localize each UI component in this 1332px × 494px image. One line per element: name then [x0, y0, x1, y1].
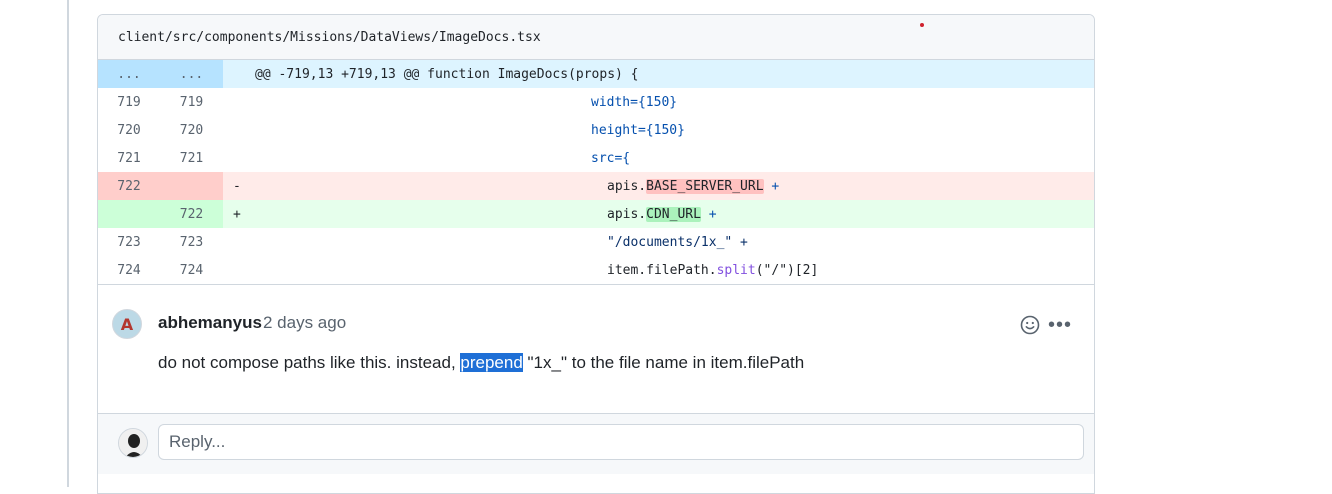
kebab-horizontal-icon: •••	[1047, 313, 1072, 336]
avatar[interactable]: A	[112, 309, 142, 339]
new-line-number[interactable]: 724	[160, 256, 223, 284]
diff-line-added: 722 + apis.CDN_URL +	[98, 200, 1094, 228]
new-line-number[interactable]: 720	[160, 116, 223, 144]
old-line-number[interactable]: 722	[98, 172, 160, 200]
smiley-icon	[1020, 315, 1040, 335]
diff-line: 721 721 src={	[98, 144, 1094, 172]
deletion-sign: -	[223, 172, 255, 200]
old-line-number[interactable]: 723	[98, 228, 160, 256]
code-line: "/documents/1x_" +	[607, 234, 748, 250]
new-line-number[interactable]: 719	[160, 88, 223, 116]
hunk-header: @@ -719,13 +719,13 @@ function ImageDocs…	[255, 60, 1094, 88]
new-line-number[interactable]: 721	[160, 144, 223, 172]
add-reaction-button[interactable]	[1018, 313, 1042, 337]
current-user-avatar	[118, 428, 148, 458]
reply-input[interactable]	[158, 424, 1084, 460]
new-line-number[interactable]: 723	[160, 228, 223, 256]
diff-line: 724 724 item.filePath.split("/")[2]	[98, 256, 1094, 284]
hunk-expand-old[interactable]: ...	[98, 60, 160, 88]
code-line: src={	[591, 150, 631, 166]
diff-line: 720 720 height={150}	[98, 116, 1094, 144]
review-comment: A abhemanyus 2 days ago ••• do not compo…	[98, 284, 1094, 407]
indicator-dot	[920, 23, 924, 27]
diff-line-deleted: 722 - apis.BASE_SERVER_URL +	[98, 172, 1094, 200]
diff-table: ... ... @@ -719,13 +719,13 @@ function I…	[98, 60, 1094, 284]
code-line: width={150}	[591, 94, 678, 110]
more-options-button[interactable]: •••	[1046, 313, 1074, 337]
new-line-number[interactable]: 722	[160, 200, 223, 228]
old-line-number[interactable]: 720	[98, 116, 160, 144]
comment-author[interactable]: abhemanyus	[158, 313, 262, 333]
added-token: CDN_URL	[646, 206, 701, 222]
comment-body: do not compose paths like this. instead,…	[158, 353, 805, 372]
removed-token: BASE_SERVER_URL	[646, 178, 764, 194]
timeline-line	[67, 0, 69, 487]
code-line: item.filePath.split("/")[2]	[607, 262, 819, 278]
selected-text: prepend	[460, 353, 523, 372]
code-line: apis.BASE_SERVER_URL +	[255, 172, 1094, 200]
code-line: height={150}	[591, 122, 685, 138]
old-line-number[interactable]: 719	[98, 88, 160, 116]
hunk-header-row: ... ... @@ -719,13 +719,13 @@ function I…	[98, 60, 1094, 88]
file-path[interactable]: client/src/components/Missions/DataViews…	[118, 30, 541, 45]
old-line-number[interactable]: 724	[98, 256, 160, 284]
user-silhouette-icon	[119, 429, 147, 457]
code-line: apis.CDN_URL +	[255, 200, 1094, 228]
addition-sign: +	[223, 200, 255, 228]
comment-timestamp[interactable]: 2 days ago	[263, 313, 346, 333]
old-line-number[interactable]: 721	[98, 144, 160, 172]
diff-line: 723 723 "/documents/1x_" +	[98, 228, 1094, 256]
diff-line: 719 719 width={150}	[98, 88, 1094, 116]
new-line-number[interactable]	[160, 172, 223, 200]
old-line-number[interactable]	[98, 200, 160, 228]
reply-bar	[98, 413, 1094, 474]
review-thread: client/src/components/Missions/DataViews…	[97, 14, 1095, 494]
file-header: client/src/components/Missions/DataViews…	[98, 15, 1094, 60]
hunk-expand-new[interactable]: ...	[160, 60, 223, 88]
